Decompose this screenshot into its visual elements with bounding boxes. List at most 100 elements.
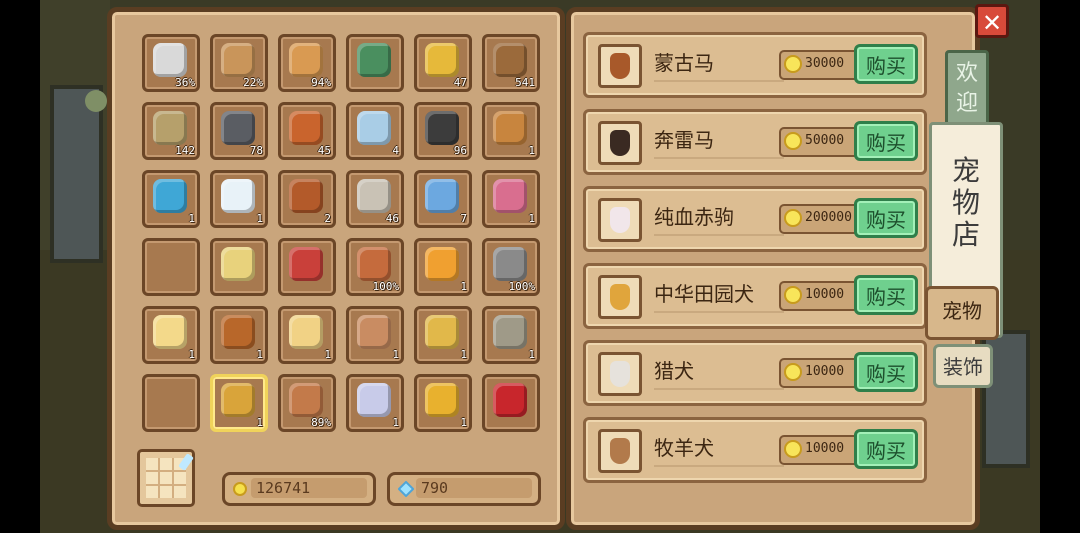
item-count: 1	[256, 348, 263, 361]
inventory-slot[interactable]	[210, 238, 268, 296]
glue-tube-icon	[425, 179, 459, 213]
price-tag: 10000	[779, 281, 865, 311]
item-count: 541	[515, 76, 535, 89]
inventory-slot[interactable]: 47	[414, 34, 472, 92]
pet-face-icon	[610, 361, 630, 387]
inventory-slot[interactable]	[278, 238, 336, 296]
gold-coin-icon	[784, 363, 802, 381]
buy-button[interactable]: 购买	[854, 121, 918, 161]
sickle-icon	[153, 43, 187, 77]
pet-portrait	[598, 198, 642, 242]
inventory-slot[interactable]: 1	[210, 374, 268, 432]
ribbon-icon	[357, 383, 391, 417]
item-count: 100%	[508, 280, 536, 293]
inventory-slot[interactable]: 96	[414, 102, 472, 160]
pet-shop-title: 宠物店	[951, 154, 980, 251]
inventory-slot[interactable]: 1	[414, 306, 472, 364]
pet-name: 牧羊犬	[654, 432, 784, 467]
shop-item-row: 奔雷马 50000 购买	[583, 109, 927, 175]
bread-icon	[289, 315, 323, 349]
inventory-slot[interactable]: 78	[210, 102, 268, 160]
inventory-slot[interactable]: 100%	[346, 238, 404, 296]
pet-name: 纯血赤驹	[654, 201, 784, 236]
milk-jug-icon	[221, 179, 255, 213]
fish-icon	[153, 179, 187, 213]
inventory-slot[interactable]: 22%	[210, 34, 268, 92]
inventory-slot[interactable]	[142, 374, 200, 432]
tab-decoration[interactable]: 装饰	[933, 344, 993, 388]
inventory-slot[interactable]: 45	[278, 102, 336, 160]
bag-layout-button[interactable]	[137, 449, 195, 507]
buy-button[interactable]: 购买	[854, 198, 918, 238]
iron-ore-icon	[221, 111, 255, 145]
price-value: 10000	[805, 364, 845, 379]
inventory-slot[interactable]	[142, 238, 200, 296]
inventory-slot[interactable]: 1	[346, 374, 404, 432]
tab-welcome[interactable]: 欢迎	[945, 50, 989, 130]
pet-face-icon	[610, 130, 630, 156]
inventory-slot[interactable]: 541	[482, 34, 540, 92]
pet-portrait	[598, 44, 642, 88]
item-count: 1	[528, 212, 535, 225]
treasure-chest-icon	[493, 383, 527, 417]
scythe-icon	[289, 383, 323, 417]
item-count: 45	[317, 144, 331, 157]
item-count: 89%	[311, 416, 331, 429]
inventory-slot[interactable]: 1	[210, 170, 268, 228]
price-value: 50000	[805, 133, 845, 148]
item-count: 1	[256, 416, 263, 429]
red-sword-icon	[289, 247, 323, 281]
item-count: 94%	[311, 76, 331, 89]
inventory-slot[interactable]: 1	[414, 238, 472, 296]
inventory-slot[interactable]: 100%	[482, 238, 540, 296]
inventory-slot[interactable]: 1	[210, 306, 268, 364]
inventory-slot[interactable]: 2	[278, 170, 336, 228]
inventory-slot[interactable]: 1	[414, 374, 472, 432]
inventory-slot[interactable]: 1	[346, 306, 404, 364]
inventory-slot[interactable]: 46	[346, 170, 404, 228]
pet-face-icon	[610, 284, 630, 310]
inventory-slot[interactable]: 1	[482, 170, 540, 228]
silver-bar-icon	[357, 111, 391, 145]
item-count: 22%	[243, 76, 263, 89]
inventory-slot[interactable]: 1	[142, 306, 200, 364]
gold-counter: 126741	[222, 472, 376, 506]
buy-button[interactable]: 购买	[854, 275, 918, 315]
gem-counter: 790	[387, 472, 541, 506]
inventory-slot[interactable]: 1	[482, 102, 540, 160]
inventory-slot[interactable]: 7	[414, 170, 472, 228]
tab-pets[interactable]: 宠物	[925, 286, 999, 340]
inventory-slot[interactable]: 1	[482, 306, 540, 364]
coal-icon	[425, 111, 459, 145]
price-tag: 50000	[779, 127, 865, 157]
inventory-slot[interactable]: 1	[142, 170, 200, 228]
item-count: 142	[175, 144, 195, 157]
shop-item-row: 纯血赤驹 200000 购买	[583, 186, 927, 252]
inventory-slot[interactable]	[482, 374, 540, 432]
copper-ore-icon	[289, 111, 323, 145]
gold-coin-icon	[784, 55, 802, 73]
pickaxe-icon	[493, 247, 527, 281]
wood-log-icon	[493, 43, 527, 77]
inventory-slot[interactable]: 89%	[278, 374, 336, 432]
item-count: 2	[324, 212, 331, 225]
buy-button[interactable]: 购买	[854, 352, 918, 392]
gold-coin-icon	[784, 132, 802, 150]
inventory-panel: 36% 22% 94% 47 541 142 78 45 4 96 1 1 1 2 46 7 1 100% 1 100…	[107, 7, 565, 530]
buy-button[interactable]: 购买	[854, 429, 918, 469]
inventory-slot[interactable]: 94%	[278, 34, 336, 92]
inventory-slot[interactable]: 142	[142, 102, 200, 160]
inventory-slot[interactable]	[346, 34, 404, 92]
price-value: 30000	[805, 56, 845, 71]
shovel-icon	[357, 43, 391, 77]
goldfish-icon	[425, 383, 459, 417]
net-icon	[493, 315, 527, 349]
inventory-slot[interactable]: 36%	[142, 34, 200, 92]
item-count: 1	[392, 416, 399, 429]
firecracker-icon	[289, 179, 323, 213]
item-count: 1	[460, 416, 467, 429]
close-button[interactable]: ✕	[975, 4, 1009, 38]
inventory-slot[interactable]: 4	[346, 102, 404, 160]
buy-button[interactable]: 购买	[854, 44, 918, 84]
inventory-slot[interactable]: 1	[278, 306, 336, 364]
